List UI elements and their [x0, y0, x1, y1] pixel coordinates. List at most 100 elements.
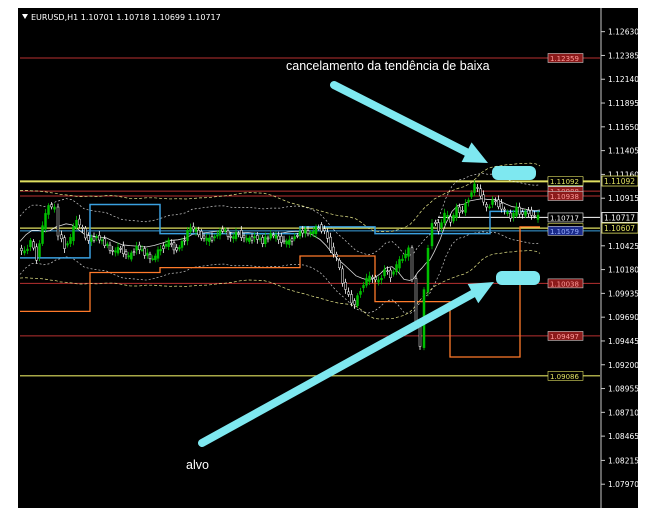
candle-body: [159, 249, 162, 252]
candle-body: [167, 239, 170, 247]
envelope-lower: [19, 250, 541, 320]
candle-body: [164, 244, 168, 247]
candle-body: [332, 246, 335, 255]
y-tick-label: 1.10425: [608, 242, 638, 251]
candle-body: [301, 230, 304, 234]
price-axis: 1.12630 1.12385 1.12140 1.11895 1.11650 1.114…: [600, 8, 638, 508]
candle-body: [314, 226, 318, 234]
candle-body: [130, 252, 133, 260]
y-tick-label: 1.08955: [608, 385, 638, 394]
y-tick-label: 1.11650: [608, 123, 638, 132]
candle-body: [527, 210, 530, 214]
candle-body: [476, 187, 479, 189]
candle-body: [338, 260, 341, 268]
y-tick-label: 1.10915: [608, 194, 638, 203]
indicator-lines: [19, 162, 541, 358]
candle-body: [81, 226, 84, 229]
candle-body: [140, 249, 144, 251]
candle-body: [461, 210, 464, 212]
candle-body: [362, 285, 365, 289]
bollinger-upper: [19, 173, 541, 256]
candle-body: [443, 212, 446, 223]
candle-body: [100, 239, 104, 242]
candle-body: [418, 324, 422, 347]
candle-body: [296, 235, 299, 237]
candle-body: [216, 234, 219, 237]
y-tick-label: 1.08215: [608, 456, 638, 465]
candle-body: [494, 200, 497, 203]
arrow-to-trend-cancel: [330, 81, 488, 163]
candle-body: [518, 206, 521, 215]
candle-body: [285, 240, 288, 245]
candle-body: [197, 229, 200, 236]
annotation-target: alvo: [186, 458, 209, 472]
candle-body: [426, 247, 430, 293]
price-level-label: 1.10579: [550, 228, 579, 236]
candle-body: [383, 269, 386, 277]
candle-body: [98, 235, 101, 241]
candle-body: [347, 291, 350, 295]
candle-body: [464, 203, 467, 213]
symbol-info: EURUSD,H1 1.10701 1.10718 1.10699 1.1071…: [31, 13, 221, 22]
candle-body: [290, 238, 294, 242]
candle-body: [430, 223, 434, 247]
candle-body: [536, 214, 540, 220]
candle-body: [245, 237, 248, 241]
y-tick-label: 1.09690: [608, 313, 638, 322]
candle-body: [521, 211, 524, 215]
candle-body: [515, 206, 518, 216]
candle-body: [63, 237, 66, 249]
candle-body: [240, 230, 243, 238]
candle-body: [304, 229, 307, 234]
candle-body: [138, 244, 141, 250]
price-level-label: 1.09497: [550, 333, 579, 341]
candle-body: [277, 235, 280, 240]
candle-body: [50, 204, 53, 208]
chart-frame: 1.123591.110841.110921.109881.109381.107…: [18, 8, 638, 508]
candle-body: [47, 205, 50, 215]
candle-body: [66, 243, 69, 246]
candle-body: [365, 277, 368, 286]
candle-body: [309, 232, 312, 235]
candle-body: [44, 213, 47, 230]
candle-body: [111, 250, 114, 252]
candle-body: [221, 228, 224, 232]
candle-body: [192, 226, 195, 230]
candle-body: [449, 216, 452, 223]
candle-body: [226, 230, 230, 237]
candle-body: [380, 277, 383, 281]
candle-body: [320, 224, 323, 232]
candle-body: [356, 295, 359, 306]
candle-body: [210, 236, 214, 241]
candle-body: [90, 237, 93, 242]
candle-body: [213, 236, 216, 239]
candle-body: [237, 233, 240, 235]
candle-body: [180, 240, 184, 248]
candle-body: [154, 255, 157, 261]
candle-body: [256, 235, 259, 240]
candle-body: [127, 255, 130, 258]
candle-body: [282, 239, 286, 242]
candle-body: [264, 236, 267, 244]
candle-body: [353, 300, 356, 305]
candle-body: [458, 206, 461, 213]
candle-body: [189, 227, 192, 232]
candle-body: [170, 243, 173, 245]
candle-body: [119, 248, 122, 250]
candle-body: [194, 228, 198, 232]
candlestick-chart[interactable]: 1.123591.110841.110921.109881.109381.107…: [18, 8, 638, 508]
candle-body: [266, 237, 270, 240]
candle-body: [92, 236, 96, 241]
candle-body: [229, 236, 232, 238]
candle-body: [232, 236, 235, 239]
candle-body: [106, 243, 109, 246]
candle-body: [410, 247, 414, 280]
candle-body: [389, 269, 392, 278]
price-level-label: 1.09086: [550, 373, 579, 381]
price-level-label: 1.11092: [550, 178, 579, 186]
candle-body: [103, 238, 106, 246]
price-level-label: 1.12359: [550, 55, 579, 63]
candle-body: [234, 232, 238, 240]
symbol-dropdown-icon[interactable]: [22, 14, 28, 19]
candle-body: [323, 228, 326, 231]
